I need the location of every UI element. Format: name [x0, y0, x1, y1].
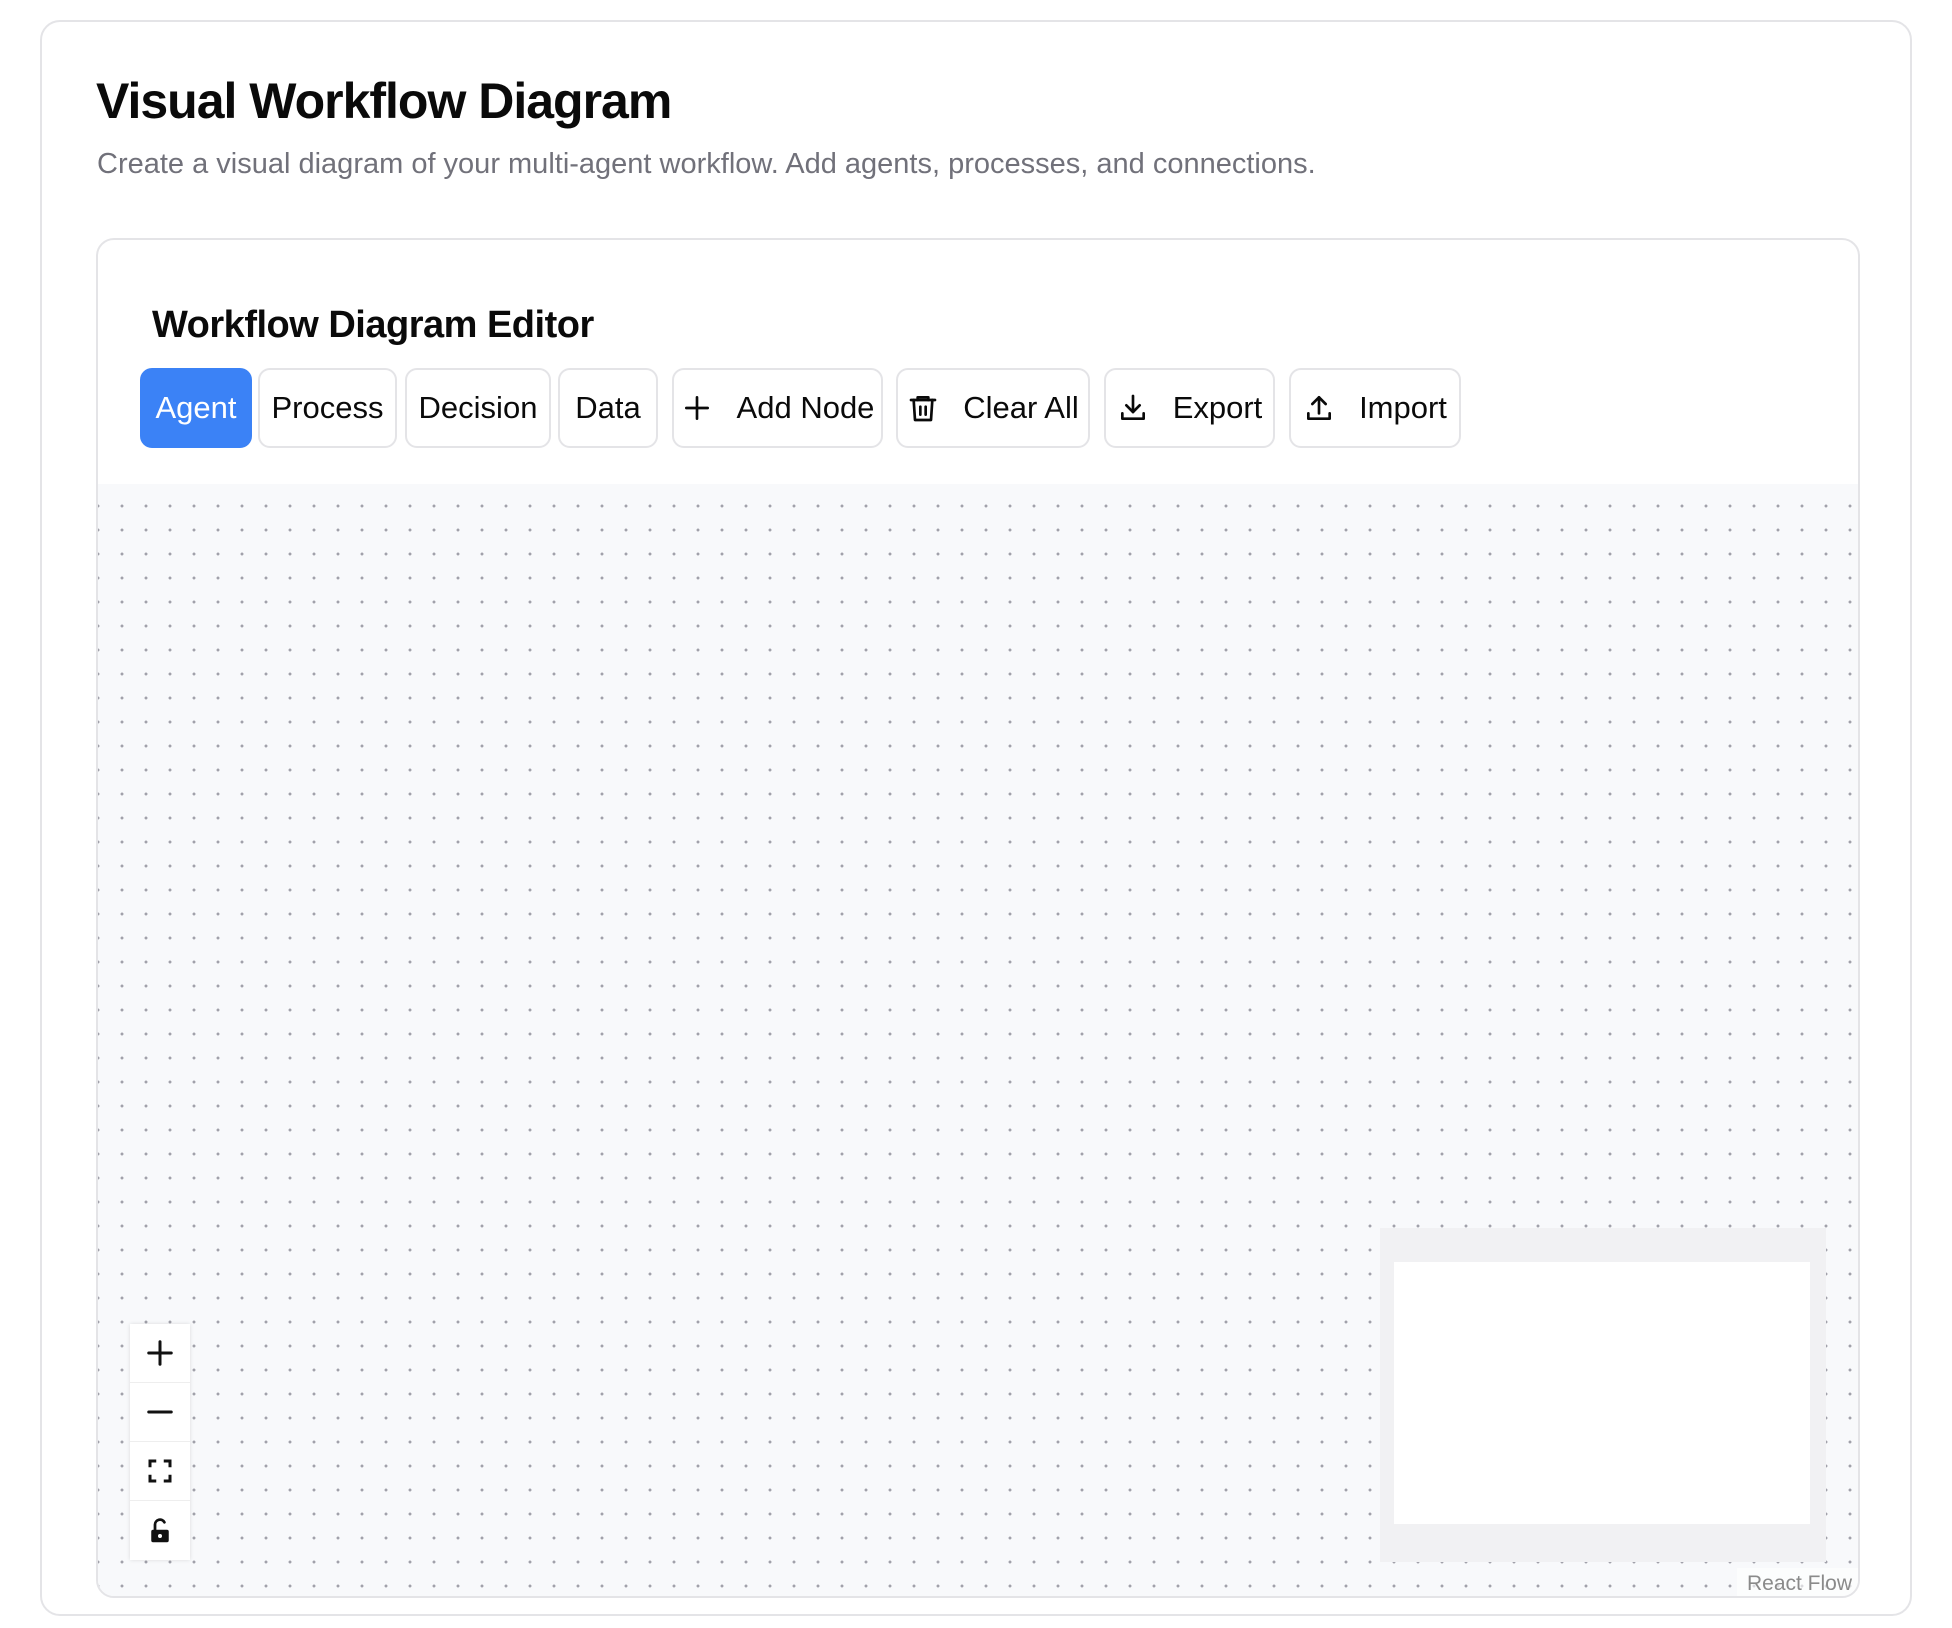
lock-button[interactable] — [130, 1501, 190, 1560]
import-button[interactable]: Import — [1289, 368, 1461, 448]
clear-all-label: Clear All — [963, 390, 1079, 425]
workflow-card: Visual Workflow Diagram Create a visual … — [40, 20, 1912, 1616]
import-label: Import — [1359, 390, 1447, 425]
trash-icon — [909, 396, 937, 422]
fit-view-icon — [148, 1459, 172, 1483]
node-type-decision-button[interactable]: Decision — [405, 368, 551, 448]
add-node-label: Add Node — [736, 390, 875, 425]
page-subtitle: Create a visual diagram of your multi-ag… — [97, 148, 1316, 180]
zoom-in-button[interactable] — [130, 1324, 190, 1383]
editor-title: Workflow Diagram Editor — [152, 304, 594, 346]
upload-icon — [1307, 396, 1332, 420]
add-node-button[interactable]: Add Node — [672, 368, 883, 448]
diagram-canvas[interactable]: React Flow — [98, 484, 1858, 1596]
plus-icon — [684, 396, 709, 420]
export-button[interactable]: Export — [1104, 368, 1275, 448]
minimap-viewport[interactable] — [1394, 1262, 1810, 1524]
node-type-agent-button[interactable]: Agent — [140, 368, 252, 448]
canvas-controls — [130, 1324, 190, 1560]
clear-all-button[interactable]: Clear All — [896, 368, 1090, 448]
node-type-data-button[interactable]: Data — [558, 368, 658, 448]
node-type-process-button[interactable]: Process — [258, 368, 397, 448]
zoom-out-button[interactable] — [130, 1383, 190, 1442]
page-title: Visual Workflow Diagram — [96, 73, 672, 129]
diagram-editor: Workflow Diagram Editor Agent Process De… — [96, 238, 1860, 1598]
export-label: Export — [1172, 390, 1263, 425]
zoom-out-icon — [147, 1410, 173, 1414]
download-icon — [1120, 394, 1145, 420]
react-flow-attribution[interactable]: React Flow — [1736, 1568, 1858, 1596]
fit-view-button[interactable] — [130, 1442, 190, 1501]
minimap[interactable] — [1380, 1228, 1826, 1562]
zoom-in-icon — [147, 1340, 173, 1366]
lock-icon — [151, 1517, 169, 1542]
